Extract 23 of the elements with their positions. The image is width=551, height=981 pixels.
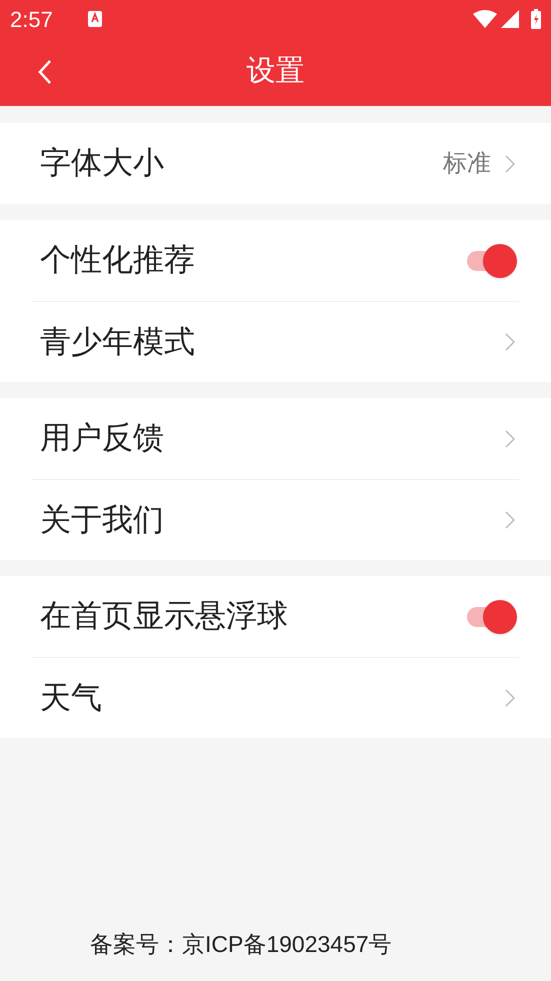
setting-label[interactable]: 个性化推荐 [40, 237, 465, 284]
chevron-icon [505, 511, 515, 529]
setting-label[interactable]: 用户反馈 [40, 415, 505, 462]
chevron-icon [505, 430, 515, 448]
chevron-icon [505, 333, 515, 351]
notification-icon [86, 10, 103, 28]
setting-label[interactable]: 关于我们 [40, 496, 505, 544]
setting-value: 标准 [443, 148, 491, 178]
wifi-icon [473, 10, 497, 28]
setting-label[interactable]: 天气 [40, 674, 505, 722]
status-time: 2:57 [10, 6, 53, 34]
chevron-icon [505, 154, 515, 172]
battery-icon [531, 9, 541, 29]
toggle-switch[interactable] [465, 600, 517, 634]
chevron-icon [505, 689, 515, 707]
back-icon [38, 59, 52, 85]
setting-label[interactable]: 青少年模式 [40, 318, 505, 366]
page-title: 设置 [246, 54, 304, 90]
signal-icon [501, 10, 519, 28]
registration-text: 备案号：京ICP备19023457号 [89, 930, 393, 958]
setting-label[interactable]: 字体大小 [40, 140, 443, 187]
toggle-switch[interactable] [465, 244, 517, 278]
setting-label[interactable]: 在首页显示悬浮球 [40, 593, 465, 640]
